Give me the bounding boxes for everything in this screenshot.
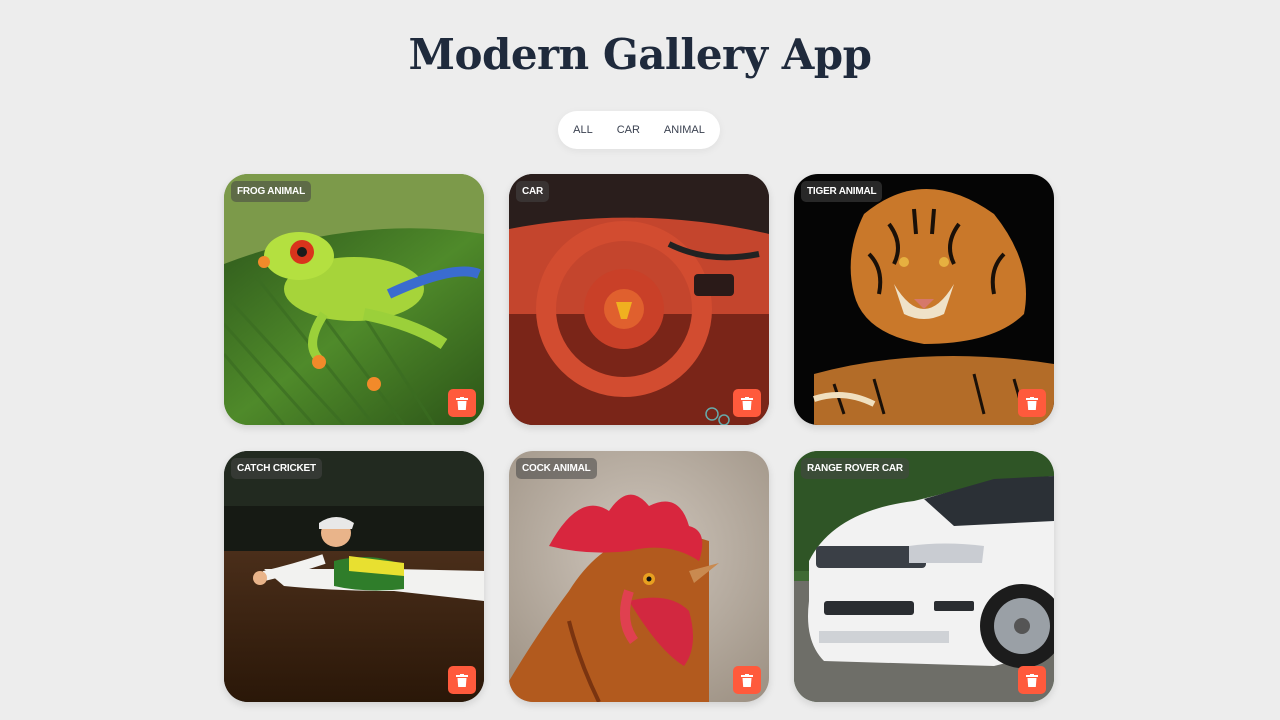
trash-icon [1026,396,1038,410]
filter-animal-button[interactable]: ANIMAL [656,118,713,142]
card-label: CATCH CRICKET [231,458,322,479]
trash-icon [456,396,468,410]
delete-button[interactable] [448,389,476,417]
delete-button[interactable] [733,666,761,694]
delete-button[interactable] [448,666,476,694]
gallery-grid: FROG ANIMAL CAR TIGER ANIMAL CATCH CRICK… [224,174,1054,702]
range-rover-image [794,451,1054,702]
gallery-card[interactable]: CATCH CRICKET [224,451,484,702]
card-label: RANGE ROVER CAR [801,458,909,479]
gallery-card[interactable]: CAR [509,174,769,425]
car-interior-image [509,174,769,425]
page-title: Modern Gallery App [408,30,872,79]
frog-image [224,174,484,425]
filter-bar: ALL CAR ANIMAL [558,111,720,149]
trash-icon [1026,673,1038,687]
gallery-app: Modern Gallery App ALL CAR ANIMAL FROG A… [0,0,1280,720]
tiger-image [794,174,1054,425]
card-label: FROG ANIMAL [231,181,311,202]
rooster-image [509,451,769,702]
delete-button[interactable] [1018,389,1046,417]
delete-button[interactable] [733,389,761,417]
cricket-catch-image [224,451,484,702]
trash-icon [741,673,753,687]
gallery-card[interactable]: RANGE ROVER CAR [794,451,1054,702]
filter-car-button[interactable]: CAR [609,118,648,142]
gallery-card[interactable]: COCK ANIMAL [509,451,769,702]
gallery-card[interactable]: TIGER ANIMAL [794,174,1054,425]
card-label: COCK ANIMAL [516,458,597,479]
gallery-card[interactable]: FROG ANIMAL [224,174,484,425]
trash-icon [456,673,468,687]
filter-all-button[interactable]: ALL [565,118,601,142]
card-label: TIGER ANIMAL [801,181,883,202]
delete-button[interactable] [1018,666,1046,694]
trash-icon [741,396,753,410]
card-label: CAR [516,181,550,202]
